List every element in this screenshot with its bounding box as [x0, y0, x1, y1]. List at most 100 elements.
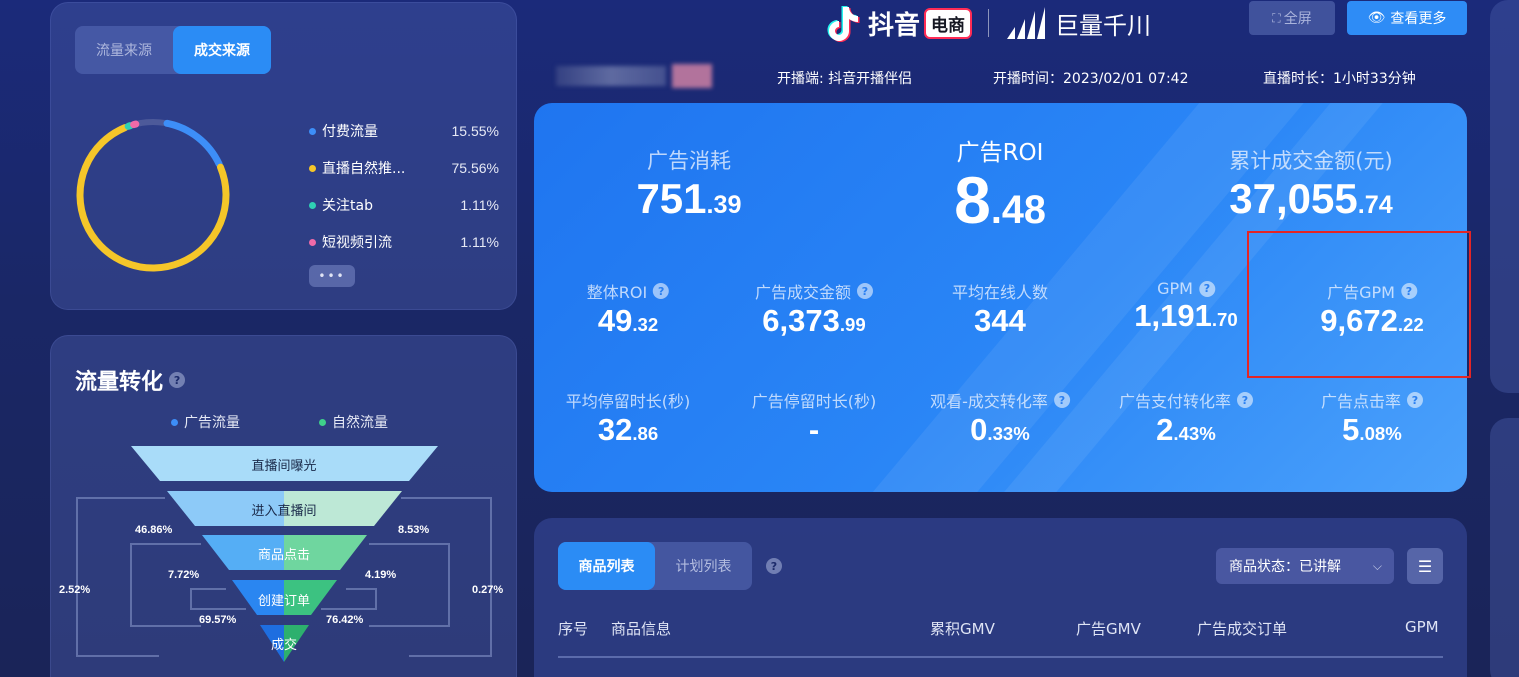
funnel-stage-deal[interactable]: 成交 — [271, 634, 297, 653]
column-header-ad-orders[interactable]: 广告成交订单 — [1197, 618, 1287, 639]
stat-total-gmv: 累计成交金额(元) 37,055.74 — [1229, 145, 1392, 223]
legend-short-video[interactable]: 短视频引流 1.11% — [309, 232, 499, 252]
legend-label: 广告流量 — [184, 415, 240, 431]
help-icon[interactable]: ? — [1053, 392, 1070, 408]
funnel-title: 流量转化 ? — [75, 364, 186, 396]
stat-label: 广告支付转化率? — [1119, 388, 1254, 412]
tab-product-list[interactable]: 商品列表 — [558, 542, 655, 590]
fullscreen-button[interactable]: ⛶ 全屏 — [1249, 1, 1335, 35]
column-header-ad-gmv[interactable]: 广告GMV — [1076, 618, 1141, 639]
table-header-divider — [558, 656, 1443, 658]
stat-label: 平均停留时长(秒) — [565, 392, 691, 411]
funnel-right-rate-1: 8.53% — [398, 524, 430, 536]
stat-label: 广告停留时长(秒) — [751, 392, 877, 411]
legend-natural[interactable]: 直播自然推... 75.56% — [309, 158, 499, 178]
product-status-select[interactable]: 商品状态：已讲解 ⌵ — [1216, 548, 1394, 584]
stat-view-conversion: 观看-成交转化率? 0.33% — [930, 388, 1070, 448]
legend-value: 15.55% — [451, 123, 499, 139]
help-icon[interactable]: ? — [1407, 392, 1424, 408]
stat-avg-stay: 平均停留时长(秒) 32.86 — [566, 388, 691, 448]
stat-label: 整体ROI? — [587, 279, 670, 303]
donut-slice[interactable] — [76, 124, 230, 272]
funnel-stage-exposure[interactable]: 直播间曝光 — [251, 455, 316, 474]
donut-slice[interactable] — [124, 122, 134, 130]
donut-slice[interactable] — [163, 119, 223, 168]
douyin-logo-text: 抖音 — [868, 10, 921, 41]
filter-settings-button[interactable]: ☰ — [1407, 548, 1443, 584]
stat-label: 广告成交金额? — [755, 279, 874, 303]
legend-value: 1.11% — [460, 234, 499, 250]
broadcast-platform: 开播端: 抖音开播伴侣 — [777, 71, 913, 87]
brand-header: 抖音 电商 巨量千川 — [826, 2, 1151, 44]
legend-label: 关注tab — [322, 198, 373, 214]
stat-label: 观看-成交转化率? — [930, 388, 1070, 412]
stat-label: 平均在线人数 — [951, 283, 1049, 302]
product-status-value: 商品状态：已讲解 — [1229, 559, 1341, 575]
stat-value: 6,373.99 — [762, 303, 866, 338]
column-header-gpm[interactable]: GPM — [1405, 618, 1439, 636]
dianshang-badge: 电商 — [924, 7, 973, 39]
tab-plan-list[interactable]: 计划列表 — [655, 542, 752, 590]
stat-overall-roi: 整体ROI? 49.32 — [587, 279, 670, 339]
sliders-icon: ☰ — [1417, 556, 1433, 576]
eye-icon: 👁 — [1367, 10, 1386, 26]
stat-ad-roi: 广告ROI 8.48 — [954, 133, 1046, 233]
source-tab-group: 流量来源 成交来源 — [75, 26, 271, 74]
stat-label: GPM? — [1157, 279, 1215, 298]
legend-paid[interactable]: 付费流量 15.55% — [309, 121, 499, 141]
legend-dot — [309, 201, 316, 209]
funnel-stage-enter[interactable]: 进入直播间 — [251, 500, 316, 519]
tab-traffic-source[interactable]: 流量来源 — [75, 26, 173, 74]
funnel-card: 流量转化 ? 广告流量 自然流量 直播间曝光 进入直播间 商品点击 创建订单 成… — [50, 335, 517, 677]
funnel-title-text: 流量转化 — [75, 370, 164, 395]
help-icon[interactable]: ? — [1198, 280, 1215, 297]
juliang-logo-text: 巨量千川 — [1055, 11, 1152, 40]
juliang-logo-icon — [1007, 7, 1046, 39]
blurred-account-name — [556, 66, 666, 86]
funnel-stage-order[interactable]: 创建订单 — [258, 590, 310, 609]
funnel-right-rate-3: 76.42% — [326, 614, 364, 626]
stat-value: - — [808, 412, 820, 447]
column-header-product: 商品信息 — [611, 620, 672, 638]
chevron-down-icon: ⌵ — [1372, 558, 1382, 573]
stat-value: 37,055.74 — [1229, 175, 1393, 222]
broadcast-duration: 直播时长：1小时33分钟 — [1263, 71, 1416, 87]
help-icon[interactable]: ? — [169, 372, 186, 388]
tab-deal-source[interactable]: 成交来源 — [173, 26, 271, 74]
legend-follow[interactable]: 关注tab 1.11% — [309, 195, 499, 215]
source-card: 流量来源 成交来源 付费流量 15.55% 直播自然推... 75.56% 关注… — [50, 2, 517, 310]
view-more-label: 查看更多 — [1390, 11, 1447, 27]
funnel-outer-right-rate: 0.27% — [472, 584, 504, 596]
funnel-left-rate-3: 69.57% — [199, 614, 237, 626]
stat-gpm: GPM? 1,191.70 — [1134, 279, 1237, 334]
help-icon[interactable]: ? — [1237, 392, 1254, 408]
stat-ad-spend: 广告消耗 751.39 — [636, 145, 741, 223]
blurred-avatar — [672, 64, 712, 88]
funnel-legend-ad: 广告流量 — [171, 412, 240, 432]
legend-label: 短视频引流 — [322, 235, 392, 251]
funnel-outer-left-rate: 2.52% — [59, 584, 91, 596]
legend-dot — [309, 164, 316, 172]
stat-label: 广告消耗 — [647, 149, 731, 173]
stat-label: 广告点击率? — [1321, 388, 1424, 412]
stat-value: 2.43% — [1156, 412, 1216, 447]
help-icon[interactable]: ? — [766, 558, 782, 574]
help-icon[interactable]: ? — [857, 283, 874, 299]
legend-more-button[interactable]: ••• — [309, 265, 355, 287]
help-icon[interactable]: ? — [653, 283, 670, 299]
funnel-stage-click[interactable]: 商品点击 — [258, 544, 310, 563]
stat-value: 751.39 — [636, 175, 742, 222]
legend-label: 自然流量 — [332, 415, 388, 431]
stat-value: 0.33% — [970, 412, 1030, 447]
legend-value: 1.11% — [460, 197, 499, 213]
column-header-total-gmv[interactable]: 累积GMV — [930, 618, 995, 639]
view-more-button[interactable]: 👁 查看更多 — [1347, 1, 1467, 35]
legend-label: 直播自然推... — [322, 161, 406, 177]
stat-value: 1,191.70 — [1134, 298, 1238, 333]
legend-dot — [309, 127, 316, 135]
stat-label: 累计成交金额(元) — [1229, 149, 1393, 173]
funnel-left-rate-1: 46.86% — [135, 524, 173, 536]
stat-ad-stay: 广告停留时长(秒) - — [752, 388, 877, 448]
donut-slice[interactable] — [130, 120, 140, 129]
stat-label: 广告ROI — [956, 140, 1044, 166]
